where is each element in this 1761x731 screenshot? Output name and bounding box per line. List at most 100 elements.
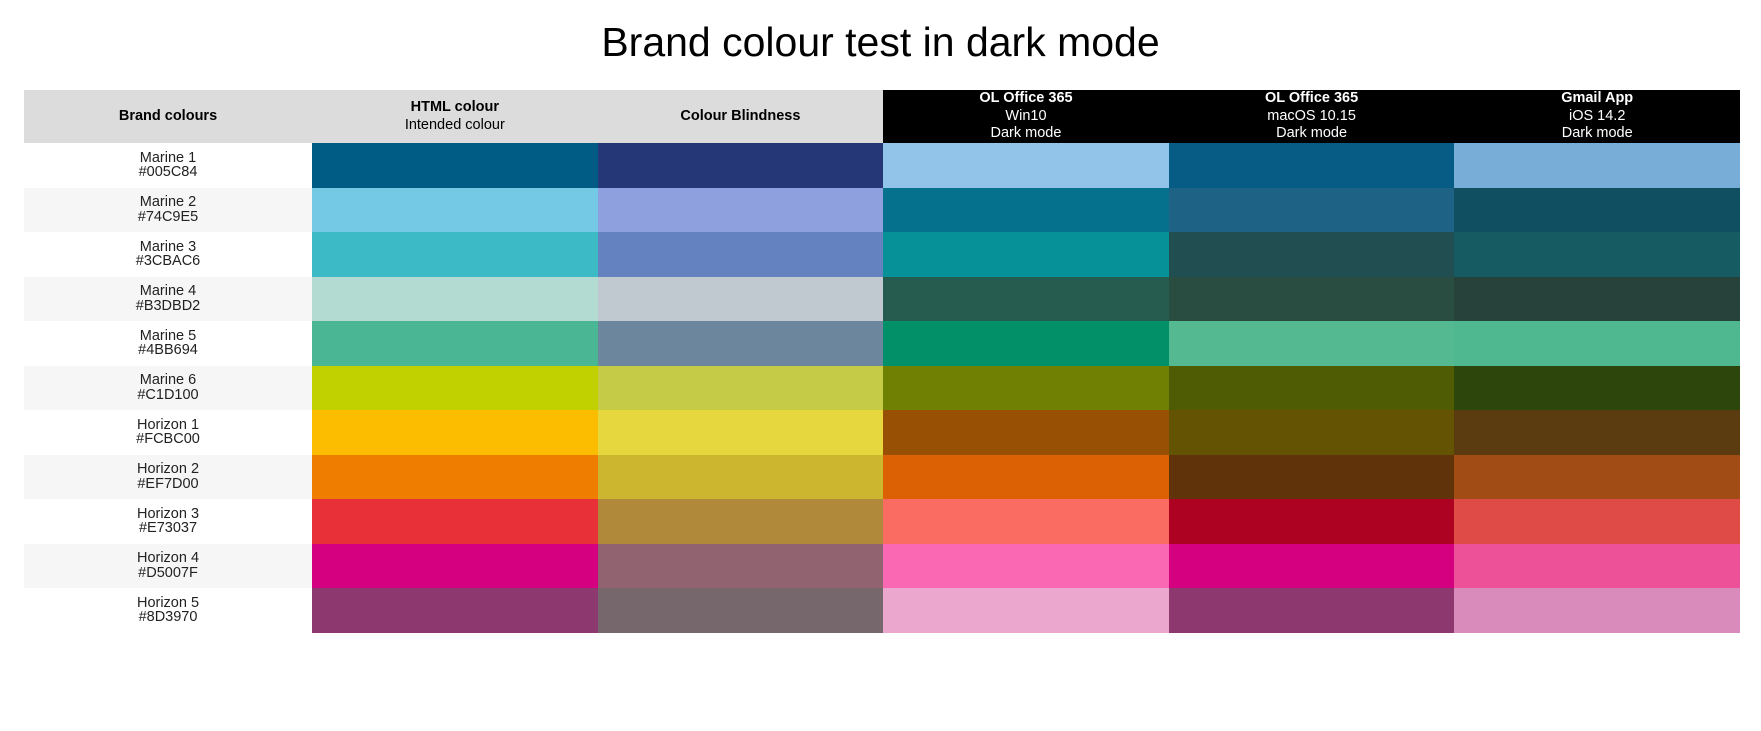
colour-swatch-cell: [883, 365, 1169, 411]
colour-swatch: [312, 365, 598, 411]
column-header-ol-win10-title: OL Office 365: [979, 90, 1073, 106]
colour-swatch: [597, 499, 884, 544]
table-row: Horizon 5 #8D3970: [24, 588, 1740, 633]
column-header-ol-win10: OL Office 365 Win10 Dark mode: [883, 90, 1169, 144]
colour-swatch-cell: [883, 454, 1169, 500]
column-header-ol-macos-sub2: Dark mode: [1276, 125, 1348, 142]
brand-colour-hex: #D5007F: [138, 564, 198, 581]
colour-swatch-cell: [597, 410, 884, 455]
colour-swatch: [1168, 410, 1455, 455]
colour-swatch: [597, 321, 884, 366]
colour-swatch-cell: [883, 232, 1169, 277]
colour-swatch-cell: [597, 187, 884, 233]
colour-swatch: [312, 321, 598, 366]
colour-swatch: [883, 499, 1169, 544]
table-row: Marine 1 #005C84: [24, 143, 1740, 188]
colour-swatch: [883, 276, 1169, 322]
column-header-ol-macos-title: OL Office 365: [1264, 90, 1359, 106]
table-row: Marine 6 #C1D100: [24, 365, 1740, 411]
brand-colour-label-cell: Marine 4 #B3DBD2: [24, 276, 312, 322]
colour-swatch: [1168, 143, 1455, 188]
colour-swatch-cell: [597, 365, 884, 411]
colour-swatch-cell: [1168, 276, 1455, 322]
colour-swatch: [883, 588, 1169, 633]
brand-colour-name: Horizon 2: [136, 461, 200, 478]
colour-swatch-cell: [1168, 232, 1455, 277]
brand-colour-hex: #005C84: [138, 164, 198, 181]
brand-colour-name: Horizon 3: [136, 505, 200, 522]
colour-swatch-cell: [312, 499, 598, 544]
table-row: Marine 3 #3CBAC6: [24, 232, 1740, 277]
colour-swatch: [597, 232, 884, 277]
colour-swatch: [1168, 543, 1455, 589]
colour-swatch: [1454, 588, 1740, 633]
brand-colour-label-cell: Marine 3 #3CBAC6: [24, 232, 312, 277]
colour-swatch: [883, 410, 1169, 455]
colour-swatch-cell: [312, 232, 598, 277]
colour-swatch: [597, 143, 884, 188]
colour-swatch-cell: [597, 143, 884, 188]
column-header-html-title: HTML colour: [410, 98, 499, 115]
brand-colour-label-cell: Marine 2 #74C9E5: [24, 187, 312, 233]
colour-swatch-cell: [1454, 499, 1740, 544]
colour-swatch-cell: [883, 276, 1169, 322]
brand-colour-name: Marine 1: [139, 149, 197, 166]
colour-swatch-cell: [1454, 143, 1740, 188]
table-row: Horizon 3 #E73037: [24, 499, 1740, 544]
brand-colour-name: Horizon 4: [136, 550, 200, 567]
colour-swatch: [1168, 454, 1455, 500]
column-header-colour-blindness-title: Colour Blindness: [680, 107, 801, 124]
table-row: Marine 4 #B3DBD2: [24, 276, 1740, 322]
colour-swatch: [597, 365, 884, 411]
colour-swatch-cell: [597, 454, 884, 500]
colour-swatch-cell: [1168, 321, 1455, 366]
colour-swatch: [883, 232, 1169, 277]
colour-swatch: [1454, 232, 1740, 277]
colour-swatch: [1168, 232, 1455, 277]
brand-colour-label-cell: Horizon 4 #D5007F: [24, 543, 312, 589]
table-row: Marine 5 #4BB694: [24, 321, 1740, 366]
colour-swatch: [1454, 365, 1740, 411]
colour-swatch-cell: [883, 588, 1169, 633]
colour-swatch: [597, 454, 884, 500]
brand-colour-hex: #E73037: [138, 520, 198, 537]
colour-swatch-cell: [1454, 276, 1740, 322]
colour-swatch: [1454, 410, 1740, 455]
colour-swatch: [1454, 143, 1740, 188]
colour-swatch-cell: [312, 543, 598, 589]
colour-swatch-cell: [312, 454, 598, 500]
colour-swatch-cell: [883, 499, 1169, 544]
colour-swatch: [1454, 321, 1740, 366]
colour-swatch-cell: [1454, 365, 1740, 411]
brand-colour-label-cell: Marine 1 #005C84: [24, 143, 312, 188]
colour-swatch: [312, 499, 598, 544]
colour-swatch-cell: [597, 588, 884, 633]
colour-swatch: [1168, 321, 1455, 366]
colour-swatch-cell: [1454, 588, 1740, 633]
brand-colour-name: Marine 2: [139, 194, 197, 211]
colour-swatch: [312, 276, 598, 322]
colour-swatch: [312, 232, 598, 277]
column-header-ol-win10-sub: Win10: [1005, 107, 1047, 124]
colour-swatch-cell: [883, 143, 1169, 188]
colour-swatch-cell: [883, 543, 1169, 589]
brand-colour-label-cell: Horizon 1 #FCBC00: [24, 410, 312, 455]
colour-swatch-cell: [597, 276, 884, 322]
colour-swatch-cell: [312, 410, 598, 455]
colour-swatch-cell: [1454, 454, 1740, 500]
colour-swatch-cell: [597, 321, 884, 366]
colour-swatch-cell: [597, 232, 884, 277]
column-header-brand: Brand colours: [24, 90, 312, 144]
colour-swatch-cell: [597, 543, 884, 589]
column-header-html-sub: Intended colour: [404, 116, 505, 133]
brand-colour-hex: #EF7D00: [137, 475, 199, 492]
colour-swatch-cell: [312, 321, 598, 366]
table-header: Brand colours HTML colour Intended colou…: [24, 90, 1740, 144]
column-header-gmail-ios-sub: iOS 14.2: [1568, 107, 1626, 124]
colour-swatch: [1168, 588, 1455, 633]
colour-swatch: [1168, 187, 1455, 233]
brand-colour-name: Horizon 5: [136, 594, 200, 611]
brand-colour-label-cell: Horizon 5 #8D3970: [24, 588, 312, 633]
brand-colour-name: Horizon 1: [136, 416, 200, 433]
table-body: Marine 1 #005C84 Marine 2 #74C9E5 Marine 3 #3…: [24, 143, 1740, 633]
